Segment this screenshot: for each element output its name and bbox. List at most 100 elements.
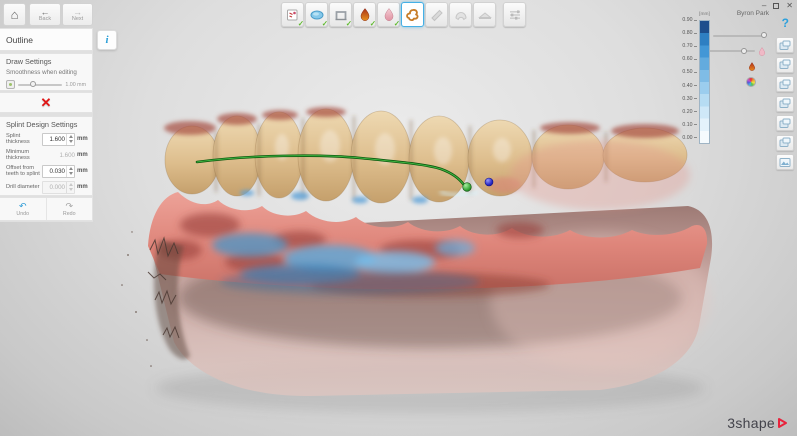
waxup-icon [357, 7, 373, 23]
blockout-step-button[interactable] [425, 2, 448, 27]
drill-diameter-input [43, 182, 66, 193]
insert-direction-icon [309, 7, 325, 23]
back-arrow-icon: ← [41, 8, 50, 16]
back-label: Back [39, 16, 51, 22]
view-capture-button-3[interactable] [776, 76, 794, 92]
articulator-icon [333, 7, 349, 23]
scale-tick-label: 0.50 [682, 69, 692, 75]
blockout-icon [429, 7, 445, 23]
draw-settings-card: Draw Settings Smoothness when editing 1.… [0, 53, 93, 91]
scale-tick-label: 0.80 [682, 30, 692, 36]
setting-row-minimum-thickness: Minimum thickness 1.600 mm [0, 147, 92, 163]
offset-input[interactable] [43, 166, 66, 177]
unit-label: mm [77, 152, 89, 158]
outline-step-button[interactable] [401, 2, 424, 27]
close-button[interactable]: ✕ [786, 2, 793, 10]
view-capture-button-5[interactable] [776, 115, 794, 131]
gingiva-opacity-handle[interactable] [741, 48, 747, 54]
scale-tick-label: 0.10 [682, 122, 692, 128]
setting-label: Drill diameter [6, 184, 40, 190]
view-capture-button-4[interactable] [776, 96, 794, 112]
camera-window-icon [779, 79, 791, 90]
spinner-arrows[interactable] [66, 166, 74, 177]
view-capture-button-1[interactable] [776, 37, 794, 53]
scale-tick-label: 0.30 [682, 96, 692, 102]
scale-tick-label: 0.40 [682, 83, 692, 89]
next-button[interactable]: → Next [62, 3, 93, 26]
sculpt-toolkit-button[interactable] [503, 2, 526, 27]
spinner-arrows[interactable] [66, 134, 74, 145]
setting-row-splint-thickness: Splint thickness mm [0, 131, 92, 147]
waxup-step-button[interactable] [353, 2, 376, 27]
scan-icon [285, 7, 301, 23]
draw-settings-title: Draw Settings [0, 54, 92, 68]
articulator-step-button[interactable] [329, 2, 352, 27]
back-button[interactable]: ← Back [29, 3, 61, 26]
gingiva-step-button[interactable] [377, 2, 400, 27]
smoothness-slider-handle[interactable] [30, 81, 36, 87]
spline-control-point-blue[interactable] [485, 178, 493, 186]
minimize-button[interactable]: – [762, 2, 766, 10]
camera-window-icon [779, 59, 791, 70]
scale-ticks: 0.90 0.80 0.70 0.60 0.50 0.40 0.30 0.20 … [676, 17, 697, 141]
smoothness-value: 1.00 mm [65, 82, 86, 88]
finalize-step-button[interactable] [473, 2, 496, 27]
undo-button[interactable]: ↶ Undo [0, 198, 46, 220]
color-texture-icon [746, 77, 756, 87]
smoothness-label: Smoothness when editing [0, 68, 92, 76]
scale-gradient-bar [699, 20, 710, 144]
setting-label: Splint thickness [6, 133, 40, 145]
scan-step-button[interactable] [281, 2, 304, 27]
help-button[interactable]: ? [782, 16, 789, 30]
panel-title: Outline [6, 35, 33, 45]
setting-label: Offset from teeth to splint [6, 165, 40, 177]
undo-label: Undo [16, 211, 29, 217]
setting-label: Minimum thickness [6, 149, 49, 161]
home-button[interactable]: ⌂ [3, 3, 26, 26]
image-icon [779, 157, 791, 168]
insert-direction-step-button[interactable] [305, 2, 328, 27]
smoothness-slider[interactable] [18, 84, 62, 86]
scale-tick-label: 0.90 [682, 17, 692, 23]
finalize-icon [477, 7, 493, 23]
redo-button[interactable]: ↷ Redo [46, 198, 93, 220]
camera-window-icon [779, 40, 791, 51]
spinner-arrows [66, 182, 74, 193]
next-label: Next [72, 16, 83, 22]
spline-control-point-green[interactable] [463, 183, 472, 192]
splint-design-icon [453, 7, 469, 23]
delete-outline-button[interactable]: ✕ [41, 96, 52, 109]
splint-thickness-input[interactable] [43, 134, 66, 145]
window-controls: – ✕ [762, 2, 793, 10]
gingiva-drop-icon [758, 47, 766, 56]
workflow-toolbar [281, 2, 526, 27]
info-button[interactable]: i [97, 30, 117, 50]
outline-icon [405, 7, 421, 23]
logo-text: 3shape [727, 415, 775, 431]
minimum-thickness-value: 1.600 [51, 152, 75, 159]
export-image-button[interactable] [776, 154, 794, 170]
scale-tick-label: 0.20 [682, 109, 692, 115]
splint-settings-card: Splint Design Settings Splint thickness … [0, 116, 93, 196]
next-arrow-icon: → [73, 8, 82, 16]
unit-label: mm [77, 184, 89, 190]
view-capture-button-6[interactable] [776, 135, 794, 151]
gingiva-icon [381, 7, 397, 23]
user-name: Byron Park [737, 10, 769, 17]
splint-design-step-button[interactable] [449, 2, 472, 27]
teeth-opacity-slider[interactable] [713, 35, 766, 37]
redo-label: Redo [63, 211, 76, 217]
undo-icon: ↶ [19, 202, 27, 211]
camera-window-icon [779, 137, 791, 148]
home-icon: ⌂ [11, 7, 19, 22]
application-window: ⌂ ← Back → Next Outline i Draw Settings … [0, 0, 797, 436]
info-icon: i [105, 34, 108, 46]
restore-button[interactable] [773, 3, 779, 9]
redo-icon: ↷ [65, 202, 73, 211]
delete-card: ✕ [0, 92, 93, 113]
thickness-color-scale: [mm] 0.90 0.80 0.70 0.60 0.50 0.40 0.30 … [676, 12, 712, 152]
spline-surface-highlight [440, 192, 478, 195]
view-capture-button-2[interactable] [776, 57, 794, 73]
waxup-drop-icon [748, 62, 756, 71]
scale-tick-label: 0.00 [682, 135, 692, 141]
